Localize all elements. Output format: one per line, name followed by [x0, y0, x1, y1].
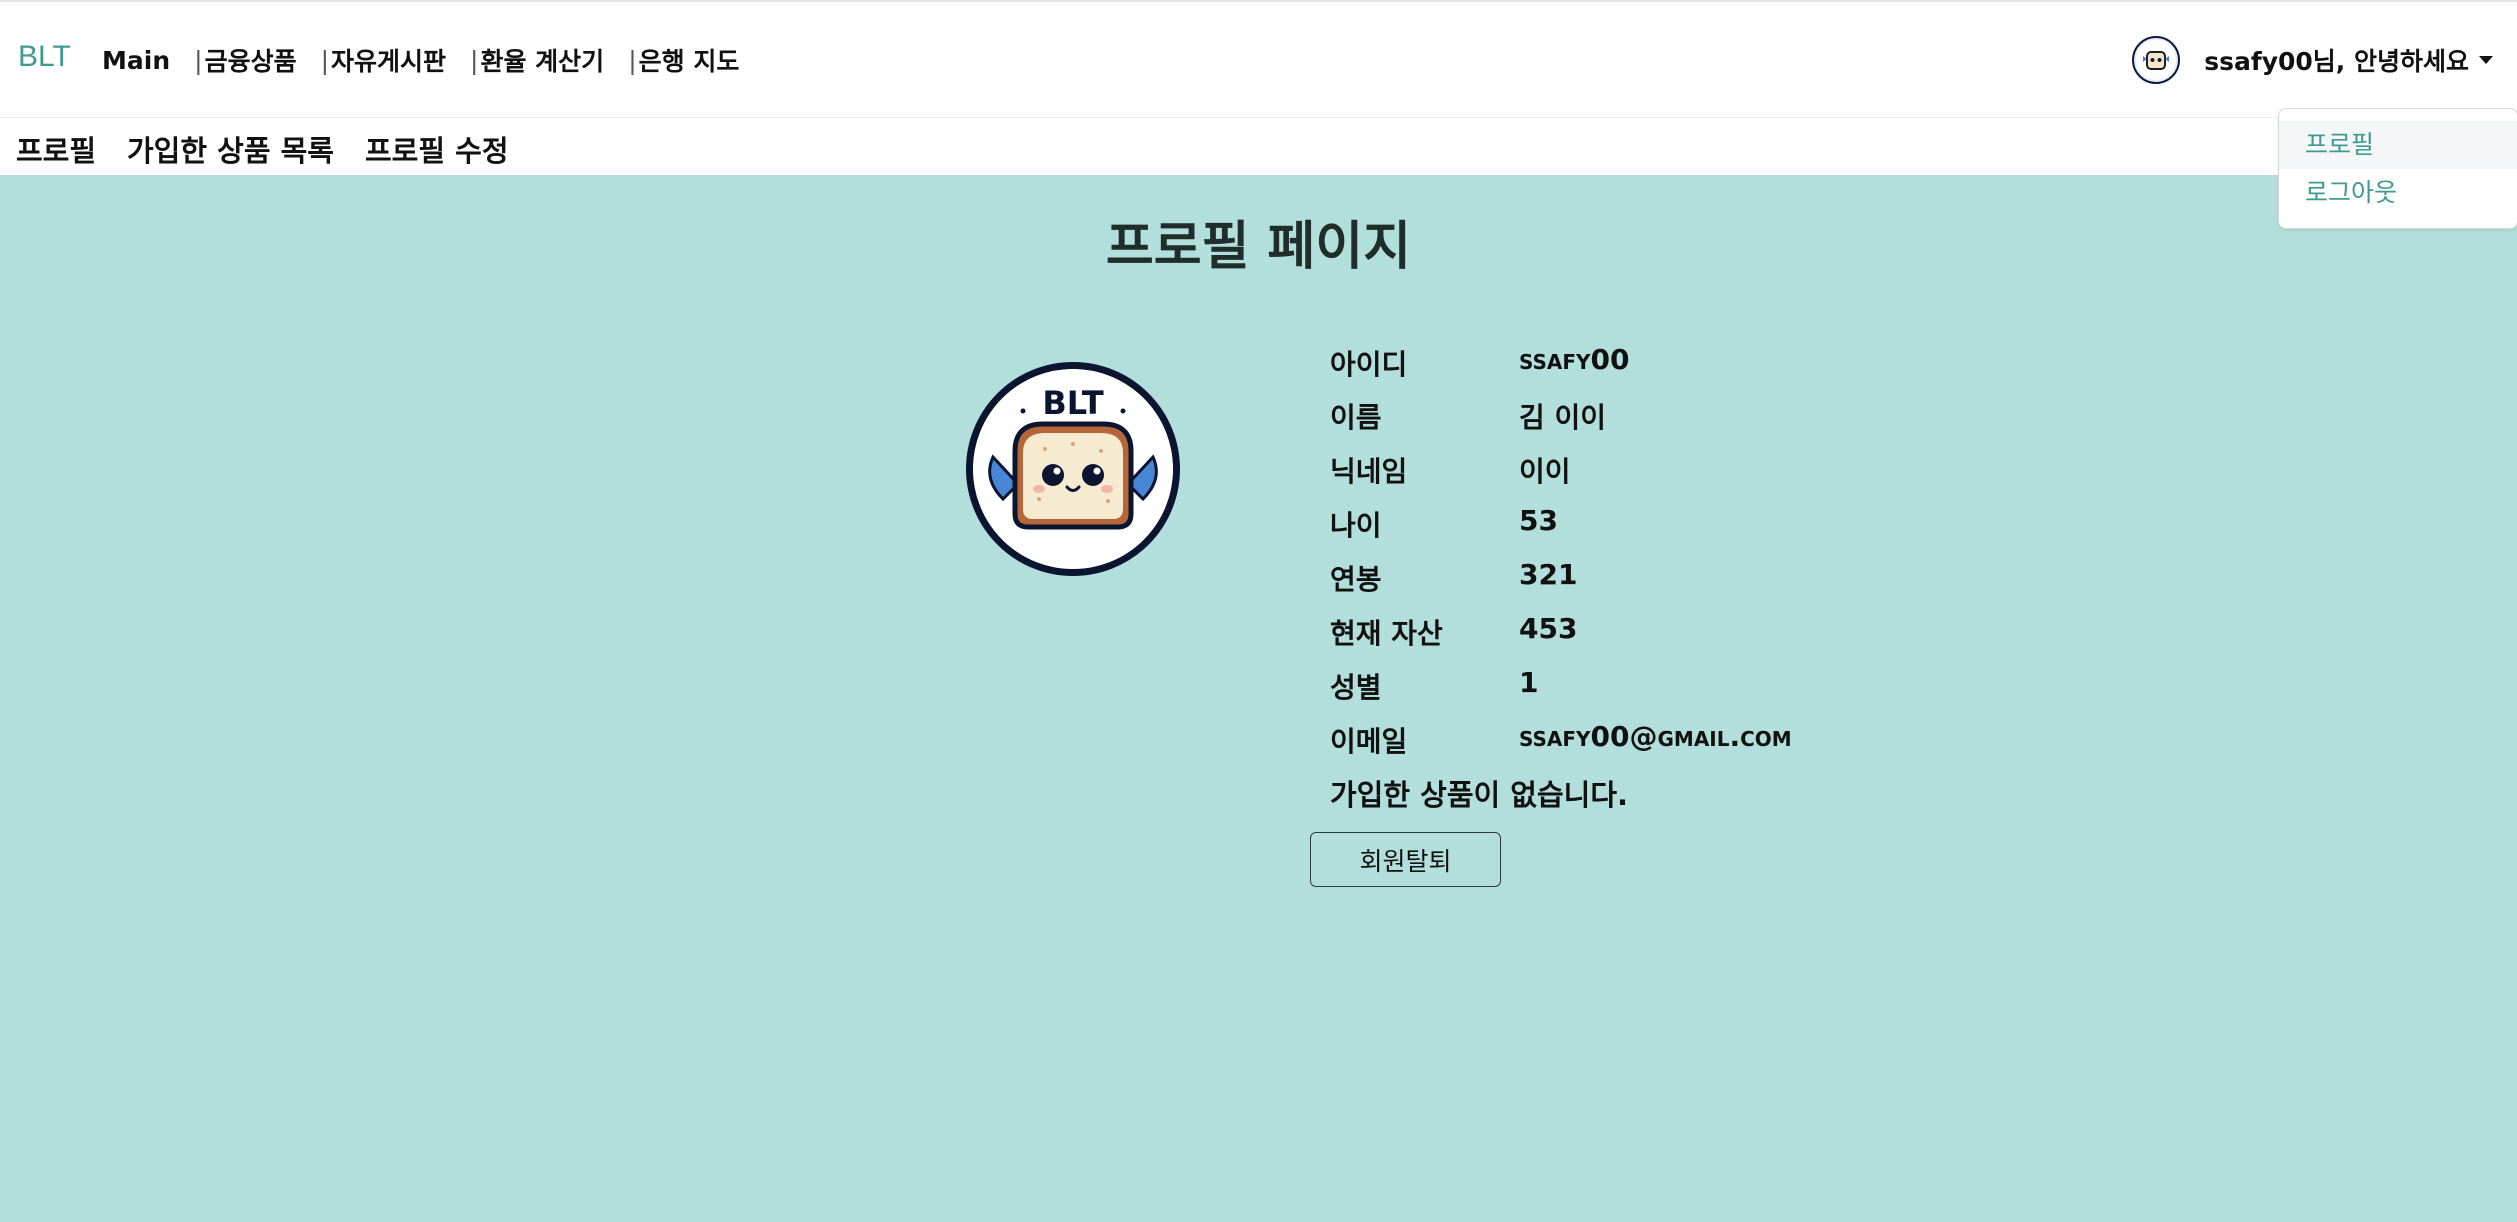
info-value-salary: 321 [1519, 558, 1578, 591]
info-value-nickname: 이이 [1519, 455, 1571, 488]
nav-main[interactable]: Main [102, 46, 170, 75]
subnav-edit-profile[interactable]: 프로필 수정 [365, 128, 509, 170]
nav-financial-products[interactable]: 금융상품 [205, 42, 297, 78]
nav-free-board[interactable]: 자유게시판 [331, 42, 446, 78]
nav-exchange-calculator[interactable]: 환율 계산기 [480, 42, 604, 78]
no-products-message: 가입한 상품이 없습니다. [1330, 778, 1629, 812]
info-label: 연봉 [1330, 563, 1382, 596]
subnav-subscribed-products[interactable]: 가입한 상품 목록 [127, 128, 334, 170]
user-dropdown-menu: 프로필 로그아웃 [2278, 108, 2517, 229]
info-label: 성별 [1330, 671, 1382, 704]
logo-text: BLT [1042, 384, 1103, 422]
main-nav: Main | 금융상품 | 자유게시판 | 환율 계산기 | 은행 지도 [102, 42, 739, 78]
avatar [2132, 36, 2181, 84]
info-label: 나이 [1330, 509, 1382, 542]
info-value-age: 53 [1519, 504, 1558, 537]
bread-mascot-icon [2136, 40, 2177, 80]
brand-link[interactable]: BLT [18, 40, 71, 74]
profile-image: BLT [966, 362, 1180, 576]
dropdown-item-logout[interactable]: 로그아웃 [2279, 169, 2517, 217]
info-value-gender: 1 [1519, 666, 1539, 699]
info-value-assets: 453 [1519, 612, 1578, 645]
subnav-profile[interactable]: 프로필 [16, 128, 96, 170]
info-label: 현재 자산 [1330, 617, 1443, 650]
nav-separator: | [628, 45, 637, 75]
withdraw-button[interactable]: 회원탈퇴 [1310, 832, 1501, 887]
user-menu-toggle[interactable]: ssafy00님, 안녕하세요 [2132, 36, 2493, 84]
info-label: 이메일 [1330, 725, 1408, 758]
nav-separator: | [470, 45, 479, 75]
nav-bank-map[interactable]: 은행 지도 [639, 42, 740, 78]
nav-separator: | [194, 45, 203, 75]
page-title: 프로필 페이지 [1105, 217, 1412, 277]
nav-separator: | [320, 45, 330, 75]
user-greeting[interactable]: ssafy00님, 안녕하세요 [2204, 42, 2469, 78]
info-label: 이름 [1330, 401, 1382, 434]
info-value-email: ssafy00@gmail.com [1519, 720, 1792, 753]
info-label: 아이디 [1330, 348, 1408, 381]
info-value-id: ssafy00 [1519, 343, 1630, 376]
info-label: 닉네임 [1330, 455, 1408, 488]
chevron-down-icon[interactable] [2479, 56, 2493, 64]
top-navbar: BLT Main | 금융상품 | 자유게시판 | 환율 계산기 | 은행 지도… [0, 0, 2517, 117]
bread-mascot-icon: BLT [973, 369, 1173, 569]
info-value-name: 김 이이 [1519, 401, 1607, 434]
dropdown-item-profile[interactable]: 프로필 [2279, 121, 2517, 169]
profile-subnav: 프로필 가입한 상품 목록 프로필 수정 [0, 117, 2517, 175]
